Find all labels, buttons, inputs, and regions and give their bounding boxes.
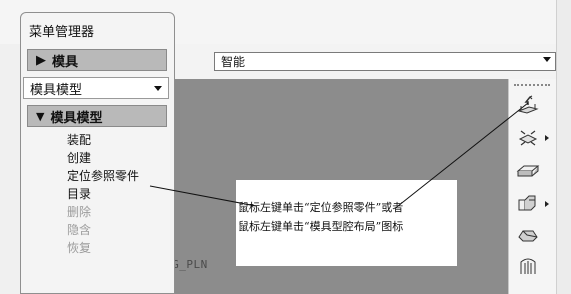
left-edge bbox=[0, 44, 20, 294]
right-toolbar bbox=[508, 79, 557, 294]
menu-item-create[interactable]: 创建 bbox=[67, 149, 171, 167]
workpiece-icon[interactable] bbox=[513, 157, 543, 185]
callout-line-2: 鼠标左键单击“模具型腔布局”图标 bbox=[238, 220, 404, 233]
callout-line-1: 鼠标左键单击“定位参照零件”或者 bbox=[238, 201, 404, 214]
menu-mold-header[interactable]: ▶ 模具 bbox=[27, 49, 167, 71]
menu-item-assemble[interactable]: 装配 bbox=[67, 131, 171, 149]
instruction-callout: 鼠标左键单击“定位参照零件”或者 鼠标左键单击“模具型腔布局”图标 bbox=[236, 180, 457, 266]
smart-filter-select[interactable]: 智能 bbox=[214, 52, 556, 71]
flyout-arrow-icon[interactable] bbox=[545, 135, 549, 141]
toolbar-grip[interactable] bbox=[514, 84, 550, 90]
menu-item-directory[interactable]: 目录 bbox=[67, 185, 171, 203]
mold-model-select[interactable]: 模具模型 bbox=[23, 77, 169, 99]
split-surface-icon[interactable] bbox=[513, 251, 543, 279]
menu-mold-header-label: 模具 bbox=[52, 54, 79, 70]
right-panel-edge bbox=[556, 0, 571, 294]
chevron-down-icon bbox=[543, 57, 551, 62]
menu-item-resume: 恢复 bbox=[67, 241, 92, 255]
mold-model-section-label: 模具模型 bbox=[50, 110, 103, 126]
mold-layout-icon[interactable] bbox=[513, 91, 543, 119]
mold-model-section[interactable]: ▼ 模具模型 bbox=[27, 105, 167, 127]
screenshot: NG_PLN 智能 菜单管理器 ▶ 模具 模具模型 ▼ 模具模型 装配 创建 定… bbox=[0, 0, 571, 294]
menu-item-locate-ref-part[interactable]: 定位参照零件 bbox=[67, 167, 171, 185]
play-right-icon: ▶ bbox=[36, 52, 46, 68]
shrinkage-icon[interactable] bbox=[513, 221, 543, 249]
cavity-layout-icon[interactable] bbox=[513, 123, 543, 151]
menu-manager-panel: 菜单管理器 ▶ 模具 模具模型 ▼ 模具模型 装配 创建 定位参照零件 目录 删… bbox=[20, 12, 175, 294]
menu-item-list: 装配 创建 定位参照零件 目录 删除 隐含 恢复 bbox=[67, 131, 171, 257]
menu-item-delete: 删除 bbox=[67, 205, 92, 219]
menu-item-suppress: 隐含 bbox=[67, 223, 92, 237]
smart-filter-value: 智能 bbox=[221, 55, 246, 69]
chevron-down-icon bbox=[154, 86, 162, 91]
menu-manager-title: 菜单管理器 bbox=[29, 25, 95, 40]
flyout-arrow-icon[interactable] bbox=[545, 201, 549, 207]
triangle-down-icon: ▼ bbox=[36, 109, 45, 123]
mold-model-select-value: 模具模型 bbox=[30, 82, 83, 98]
component-icon[interactable] bbox=[513, 189, 543, 217]
